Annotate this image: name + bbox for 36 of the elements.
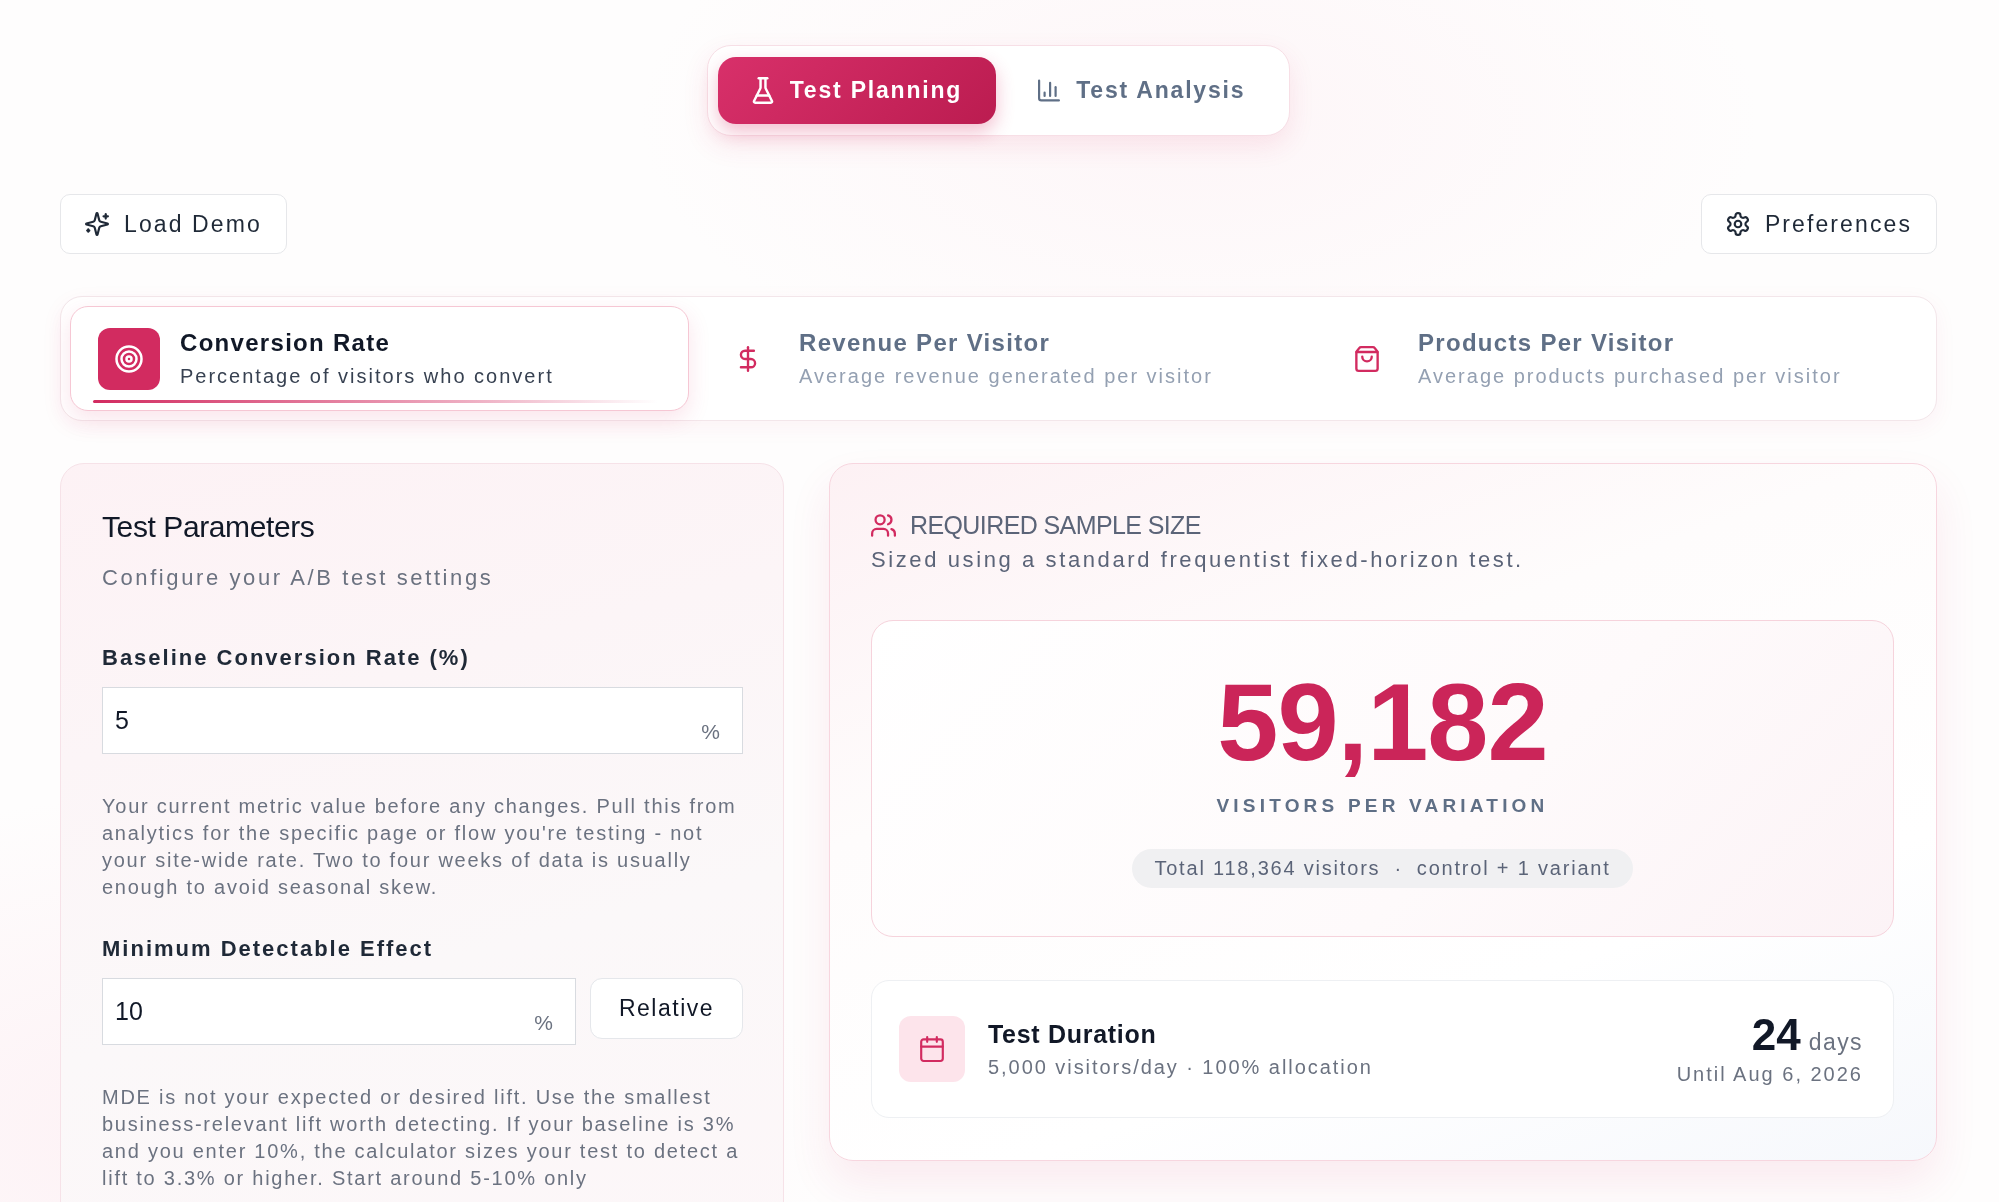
duration-detail: 5,000 visitors/day · 100% allocation — [988, 1055, 1374, 1079]
settings-icon — [1725, 212, 1750, 236]
unit-suffix: % — [701, 720, 721, 744]
help-text: MDE is not your expected or desired lift. Use the smallest business-relevant lift worth detecting. If your baseline is 3% and you enter 10%, the calculator sizes your test to detect a lift to 3.3% or higher. Start around 5-10% only — [102, 1085, 741, 1191]
duration-title: Test Duration — [988, 1019, 1158, 1049]
duration-value: 24 — [1751, 1012, 1801, 1058]
load-demo-button[interactable]: Load Demo — [60, 194, 287, 254]
mode-toggle-button[interactable]: Relative — [590, 978, 743, 1039]
unit-suffix: % — [534, 1011, 554, 1035]
target-icon — [98, 327, 160, 390]
bar-chart-icon — [1038, 77, 1061, 104]
preferences-button[interactable]: Preferences — [1700, 194, 1937, 254]
metric-tab[interactable]: Conversion Rate Percentage of visitors who convert — [70, 306, 689, 411]
section-title: REQUIRED SAMPLE SIZE — [910, 510, 1201, 540]
shopping-bag-icon — [1354, 345, 1380, 372]
end-date: Until Aug 6, 2026 — [1676, 1062, 1863, 1086]
users-icon — [871, 513, 896, 537]
sample-size-value: 59,182 — [1217, 668, 1548, 776]
total-visitors: Total 118,364 visitors — [1154, 857, 1381, 880]
separator: · — [1394, 857, 1403, 880]
duration-unit: days — [1808, 1029, 1863, 1056]
flask-icon — [751, 77, 774, 104]
panel-title: Test Parameters — [102, 509, 316, 545]
metric-tab[interactable]: Products Per Visitor Average products purchased per visitor — [1308, 306, 1927, 411]
panel-subtitle: Configure your A/B test settings — [102, 564, 495, 592]
sparkles-icon — [85, 212, 109, 236]
test-design: control + 1 variant — [1416, 857, 1611, 880]
metric-tab[interactable]: Revenue Per Visitor Average revenue generated per visitor — [689, 306, 1308, 411]
field-label: Baseline Conversion Rate (%) — [102, 644, 471, 672]
value-caption: VISITORS PER VARIATION — [1216, 794, 1549, 818]
help-text: Your current metric value before any changes. Pull this from analytics for the specific page or flow you're testing - not your site-wide rate. Two to four weeks of data is usually enough to avoid seasonal skew. — [102, 794, 738, 900]
field-label: Minimum Detectable Effect — [102, 935, 435, 963]
calendar-icon — [899, 1016, 965, 1082]
section-subtitle: Sized using a standard frequentist fixed-horizon test. — [871, 546, 1525, 574]
mode-tab[interactable]: Test Analysis — [1004, 57, 1280, 124]
mode-tab[interactable]: Test Planning — [717, 57, 997, 124]
